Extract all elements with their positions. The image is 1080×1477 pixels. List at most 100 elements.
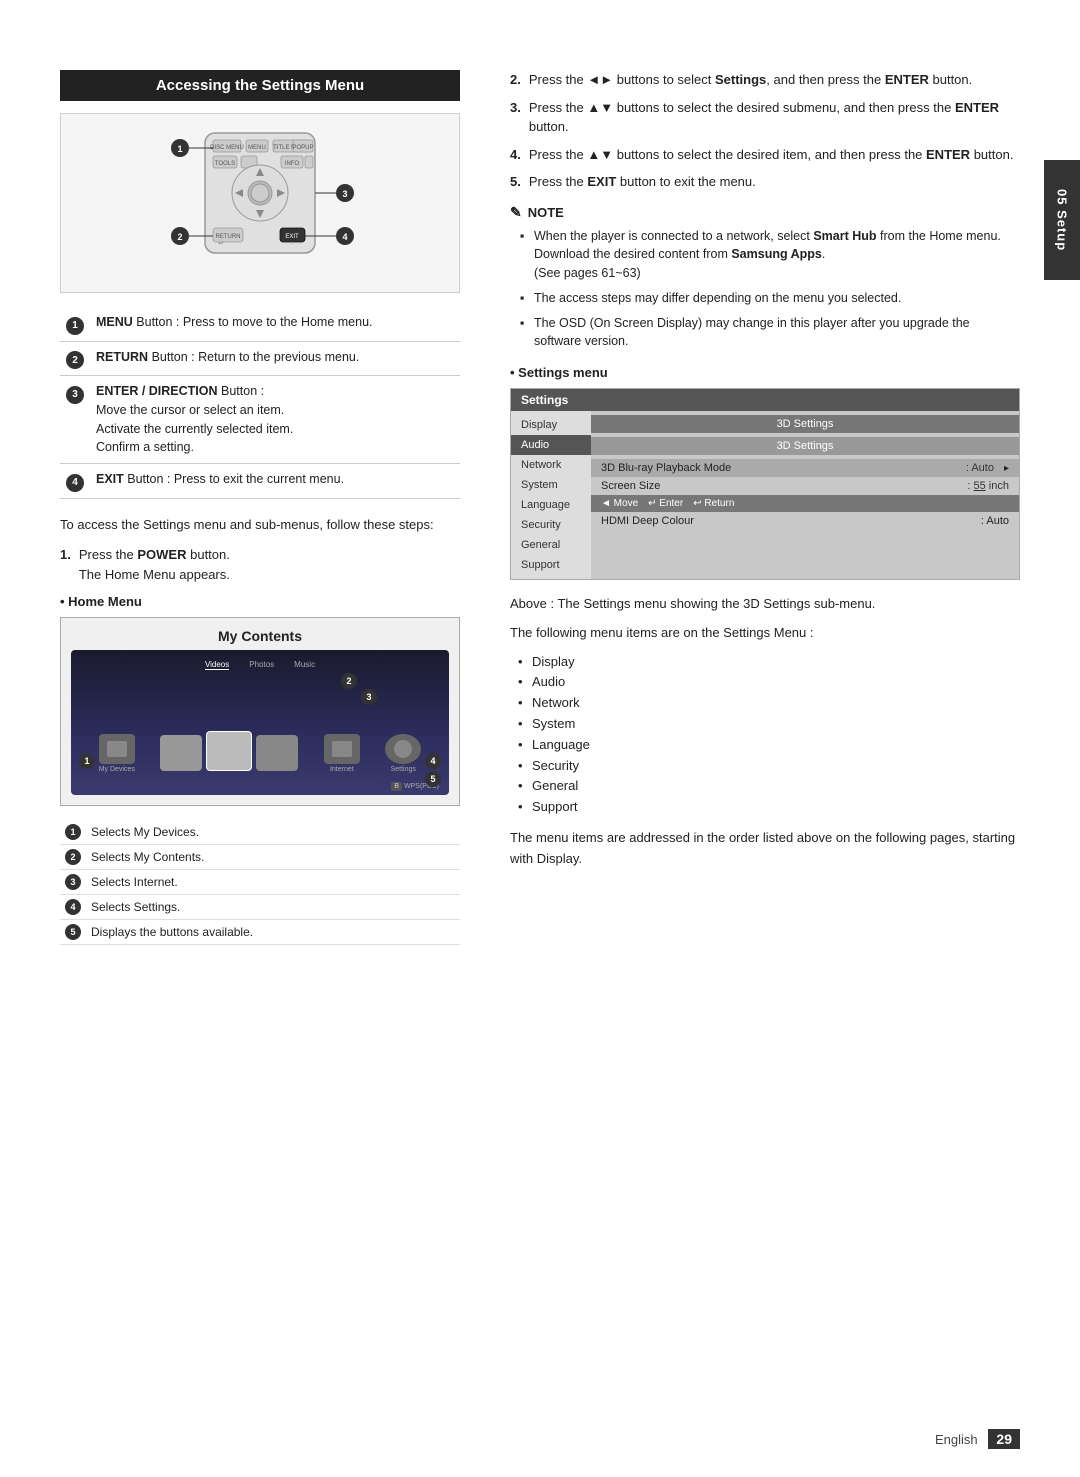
svg-text:POPUP: POPUP (292, 145, 313, 151)
intro-text: To access the Settings menu and sub-menu… (60, 515, 460, 536)
svg-text:INFO: INFO (285, 161, 300, 167)
home-legend-3: 3 Selects Internet. (60, 870, 460, 895)
svg-text:2: 2 (177, 232, 182, 242)
home-legend-2: 2 Selects My Contents. (60, 845, 460, 870)
svg-text:TOOLS: TOOLS (215, 161, 235, 167)
settings-hdmi-row: HDMI Deep Colour : Auto (591, 512, 1019, 530)
legend-num-4: 4 (66, 474, 84, 492)
svg-text:3: 3 (342, 189, 347, 199)
step-3-num: 3. (510, 98, 521, 137)
settings-item-audio: Audio (511, 435, 591, 455)
right-column: 2. Press the ◄► buttons to select Settin… (490, 70, 1020, 1407)
menu-item-display: Display (518, 652, 1020, 673)
legend-text-4: EXIT Button : Press to exit the current … (90, 464, 460, 499)
step-3: 3. Press the ▲▼ buttons to select the de… (510, 98, 1020, 137)
step-1-num: 1. (60, 545, 71, 584)
legend-num-1: 1 (66, 317, 84, 335)
settings-item-system: System (511, 475, 591, 495)
settings-submenu-inner-title: 3D Settings (591, 437, 1019, 455)
settings-item-display: Display (511, 415, 591, 435)
settings-nav-bar: ◄ Move ↵ Enter ↩ Return (591, 495, 1019, 512)
home-legend-4: 4 Selects Settings. (60, 895, 460, 920)
step-2-text: Press the ◄► buttons to select Settings,… (529, 70, 972, 90)
menu-item-audio: Audio (518, 672, 1020, 693)
settings-item-language: Language (511, 495, 591, 515)
settings-menu-left: Display Audio Network System Language Se… (511, 411, 591, 579)
step-4: 4. Press the ▲▼ buttons to select the de… (510, 145, 1020, 165)
svg-text:MENU: MENU (248, 145, 266, 151)
settings-menu-right: 3D Settings 3D Settings 3D Blu-ray Playb… (591, 411, 1019, 579)
menu-items-list: Display Audio Network System Language Se… (510, 652, 1020, 818)
settings-menu-heading: • Settings menu (510, 365, 1020, 380)
above-text: Above : The Settings menu showing the 3D… (510, 594, 1020, 615)
step-1: 1. Press the POWER button.The Home Menu … (60, 545, 460, 584)
home-label-music: Music (294, 660, 315, 670)
step-2-num: 2. (510, 70, 521, 90)
note-item-2: The access steps may differ depending on… (520, 289, 1020, 308)
note-item-1: When the player is connected to a networ… (520, 227, 1020, 283)
svg-text:↩: ↩ (218, 241, 223, 247)
following-text: The following menu items are on the Sett… (510, 623, 1020, 644)
home-menu-title: My Contents (71, 628, 449, 644)
home-label-videos: Videos (205, 660, 229, 670)
menu-item-support: Support (518, 797, 1020, 818)
remote-diagram: DISC MENU MENU TITLE MENU TOOLS INFO POP… (60, 113, 460, 293)
side-tab-label: 05 Setup (1055, 189, 1070, 251)
menu-item-general: General (518, 776, 1020, 797)
chapter-tab: 05 Setup (1044, 160, 1080, 280)
note-heading: ✎ NOTE (510, 204, 1020, 221)
settings-row-screensize: Screen Size : 55 inch (591, 477, 1019, 495)
svg-text:RETURN: RETURN (216, 234, 241, 240)
settings-item-security: Security (511, 515, 591, 535)
page-number: 29 (988, 1429, 1020, 1449)
step-list: 1. Press the POWER button.The Home Menu … (60, 545, 460, 584)
step-5: 5. Press the EXIT button to exit the men… (510, 172, 1020, 192)
step-5-text: Press the EXIT button to exit the menu. (529, 172, 756, 192)
home-icon-mydevices: My Devices (99, 766, 135, 773)
note-box: ✎ NOTE When the player is connected to a… (510, 204, 1020, 352)
legend-text-2: RETURN Button : Return to the previous m… (90, 341, 460, 376)
svg-text:4: 4 (342, 232, 347, 242)
settings-item-support: Support (511, 555, 591, 575)
remote-svg: DISC MENU MENU TITLE MENU TOOLS INFO POP… (150, 128, 370, 283)
legend-row-3: 3 ENTER / DIRECTION Button : Move the cu… (60, 376, 460, 464)
step-3-text: Press the ▲▼ buttons to select the desir… (529, 98, 1020, 137)
closing-text: The menu items are addressed in the orde… (510, 828, 1020, 870)
step-1-text: Press the POWER button.The Home Menu app… (79, 545, 230, 584)
settings-item-general: General (511, 535, 591, 555)
step-2: 2. Press the ◄► buttons to select Settin… (510, 70, 1020, 90)
legend-num-2: 2 (66, 351, 84, 369)
callout-2: 2 (341, 672, 357, 689)
home-menu-box: My Contents Videos Photos Music (60, 617, 460, 806)
home-menu-visual: Videos Photos Music My Devices (71, 650, 449, 795)
callout-4: 4 (425, 752, 441, 769)
settings-item-network: Network (511, 455, 591, 475)
home-icon-settings: Settings (391, 766, 416, 773)
step-5-num: 5. (510, 172, 521, 192)
settings-submenu-title: 3D Settings (591, 415, 1019, 433)
legend-num-3: 3 (66, 386, 84, 404)
settings-menu-box: Settings Display Audio Network System La… (510, 388, 1020, 580)
menu-item-system: System (518, 714, 1020, 735)
right-step-list: 2. Press the ◄► buttons to select Settin… (510, 70, 1020, 192)
legend-row-1: 1 MENU Button : Press to move to the Hom… (60, 307, 460, 341)
menu-item-security: Security (518, 756, 1020, 777)
legend-text-3: ENTER / DIRECTION Button : Move the curs… (90, 376, 460, 464)
left-column: Accessing the Settings Menu DISC MENU ME… (60, 70, 490, 1407)
step-4-num: 4. (510, 145, 521, 165)
callout-3: 3 (361, 688, 377, 705)
svg-text:DISC MENU: DISC MENU (210, 145, 244, 151)
menu-item-network: Network (518, 693, 1020, 714)
legend-text-1: MENU Button : Press to move to the Home … (90, 307, 460, 341)
legend-row-2: 2 RETURN Button : Return to the previous… (60, 341, 460, 376)
button-legend-table: 1 MENU Button : Press to move to the Hom… (60, 307, 460, 499)
home-legend-5: 5 Displays the buttons available. (60, 920, 460, 945)
home-icon-internet: Internet (330, 766, 354, 773)
callout-5: 5 (425, 770, 441, 787)
settings-row-bluray: 3D Blu-ray Playback Mode : Auto ▸ (591, 459, 1019, 477)
home-legend-table: 1 Selects My Devices. 2 Selects My Conte… (60, 820, 460, 945)
settings-menu-header: Settings (511, 389, 1019, 411)
home-legend-1: 1 Selects My Devices. (60, 820, 460, 845)
note-icon: ✎ (510, 204, 522, 221)
settings-menu-body: Display Audio Network System Language Se… (511, 411, 1019, 579)
